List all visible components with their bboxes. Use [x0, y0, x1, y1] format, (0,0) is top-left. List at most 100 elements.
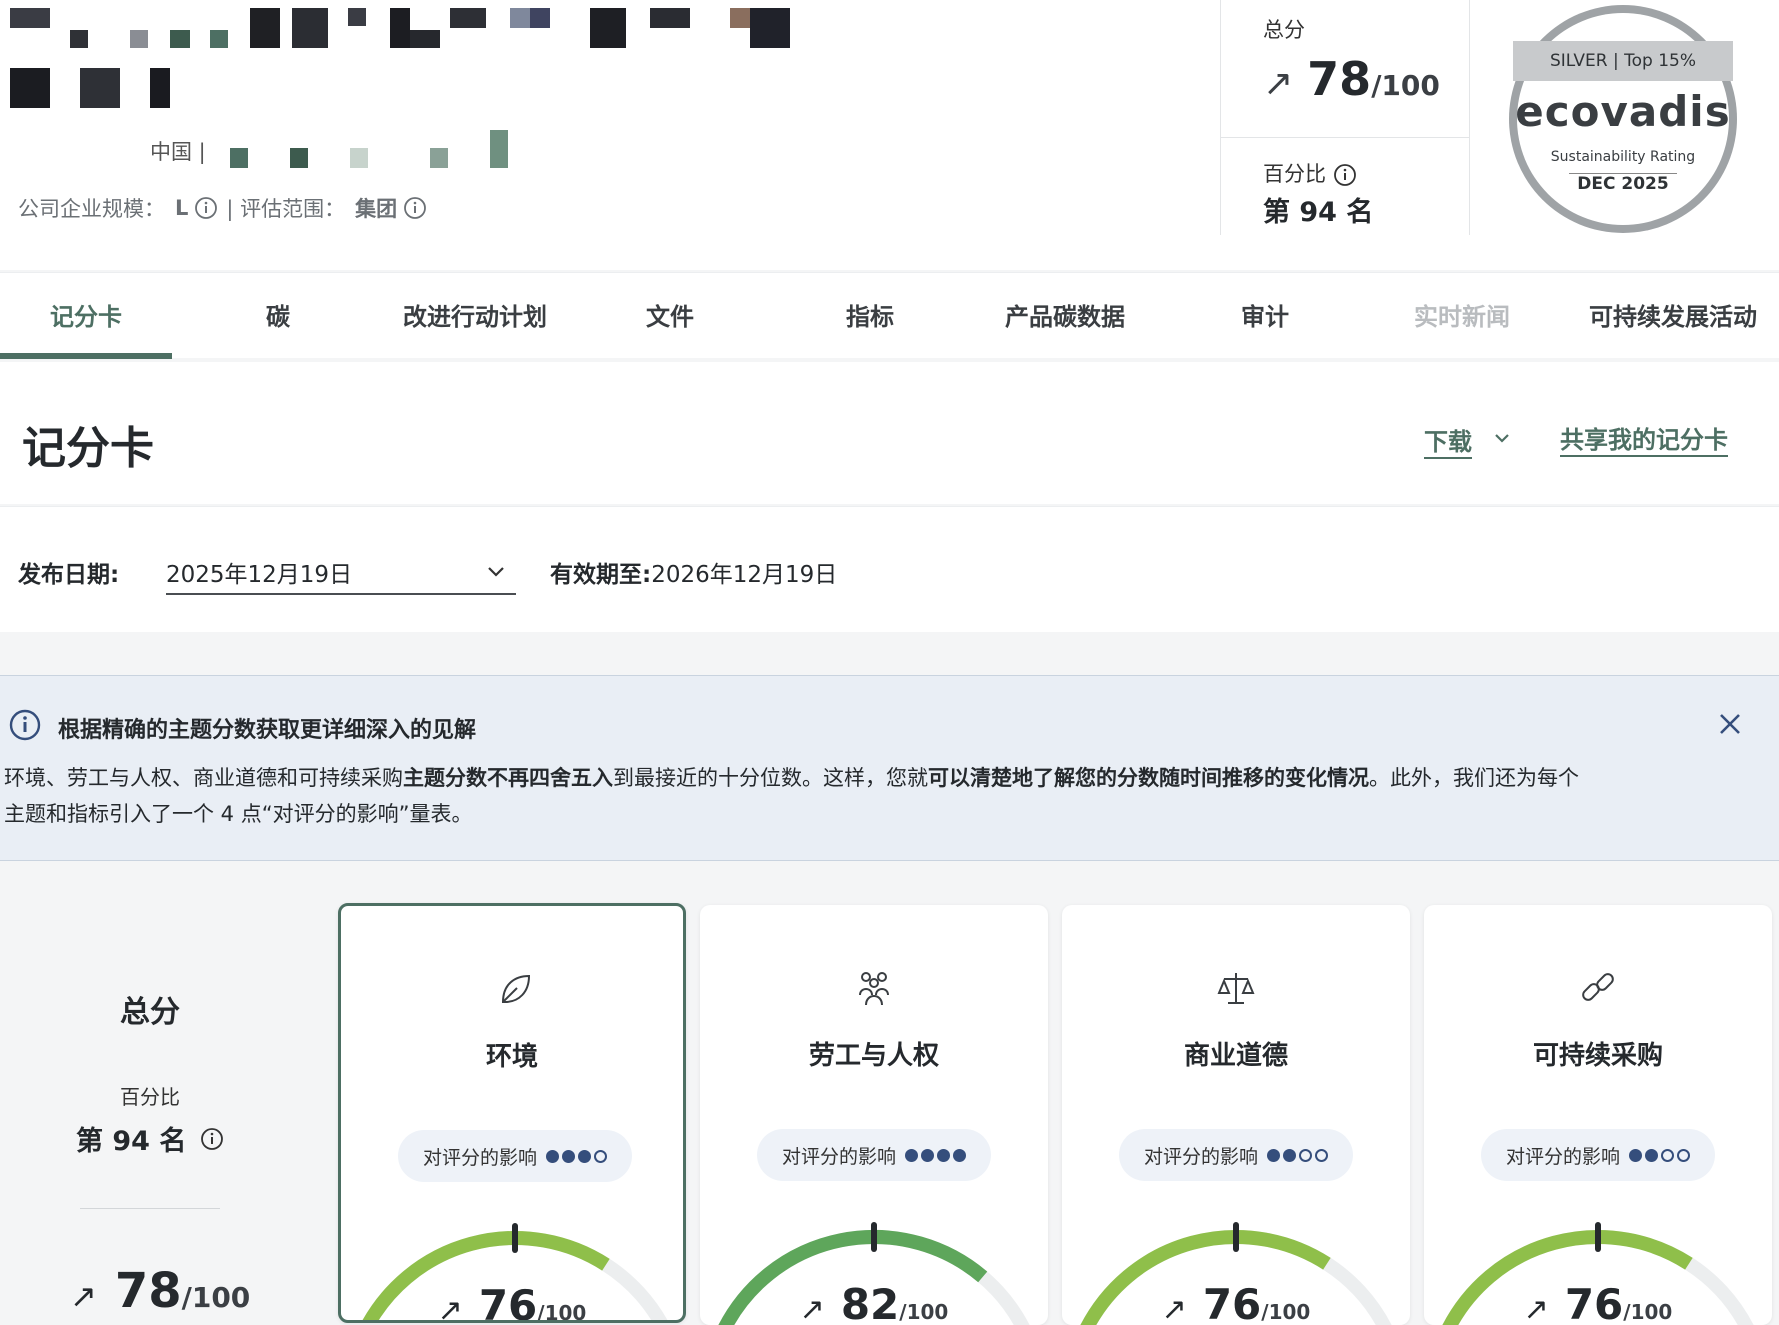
trend-up-icon: ↗ — [799, 1292, 825, 1325]
trend-up-icon: ↗ — [1161, 1292, 1187, 1325]
download-button[interactable]: 下载 — [1424, 422, 1472, 459]
impact-label: 对评分的影响 — [1505, 1145, 1620, 1168]
theme-name: 劳工与人权 — [808, 1041, 939, 1071]
leaf-icon — [501, 974, 531, 1003]
info-icon[interactable] — [200, 1127, 224, 1151]
theme-score-value: 82 — [840, 1280, 900, 1325]
close-icon[interactable] — [1714, 708, 1746, 740]
impact-dot — [921, 1148, 934, 1162]
percentile-label: 百分比 — [1263, 158, 1357, 188]
published-date-label: 发布日期: — [18, 562, 120, 588]
badge-subtitle: Sustainability Rating — [1550, 149, 1696, 165]
theme-score-max: /100 — [1261, 1300, 1311, 1324]
ecovadis-medal-badge: SILVER | Top 15% ecovadis Sustainability… — [1509, 5, 1737, 233]
overall-percentile-label: 百分比 — [120, 1085, 180, 1109]
tab-bar: 记分卡 碳 改进行动计划 文件 指标 产品碳数据 审计 实时新闻 可持续发展活动 — [0, 272, 1779, 359]
info-icon — [9, 709, 41, 741]
impact-dot — [1315, 1148, 1328, 1162]
banner-title: 根据精确的主题分数获取更详细深入的见解 — [58, 718, 477, 743]
tab-sustainability-events[interactable]: 可持续发展活动 — [1575, 273, 1771, 359]
badge-tier: SILVER | Top 15% — [1513, 41, 1733, 81]
info-icon[interactable] — [403, 196, 427, 220]
theme-name: 商业道德 — [1183, 1041, 1288, 1071]
info-banner: 根据精确的主题分数获取更详细深入的见解 环境、劳工与人权、商业道德和可持续采购主… — [0, 675, 1779, 861]
total-score: ↗ 78 /100 — [1263, 52, 1440, 106]
tab-audit[interactable]: 审计 — [1220, 273, 1310, 359]
impact-dot — [937, 1148, 950, 1162]
overall-score-summary: 总分 百分比 第 94 名 ↗ 78 /100 — [0, 905, 300, 1320]
scales-icon — [1217, 973, 1255, 1004]
trend-up-icon: ↗ — [1523, 1292, 1549, 1325]
impact-dot — [1283, 1148, 1296, 1162]
impact-dots — [543, 1149, 607, 1163]
company-meta: 公司企业规模： L | 评估范围： 集团 — [18, 193, 427, 223]
published-date-select[interactable]: 2025年12月19日 — [166, 547, 516, 595]
overall-title: 总分 — [120, 995, 180, 1030]
theme-card[interactable]: 劳工与人权对评分的影响 ↗ 82/100 — [700, 905, 1048, 1325]
banner-body: 环境、劳工与人权、商业道德和可持续采购主题分数不再四舍五入到最接近的十分位数。这… — [4, 766, 1579, 826]
size-value: L — [175, 196, 189, 220]
impact-dot — [953, 1148, 966, 1162]
tab-scorecard[interactable]: 记分卡 — [0, 273, 172, 359]
theme-name: 环境 — [485, 1042, 538, 1072]
impact-dot — [594, 1149, 607, 1163]
impact-dot — [1299, 1148, 1312, 1162]
impact-label: 对评分的影响 — [781, 1145, 896, 1168]
trend-up-icon: ↗ — [1263, 63, 1294, 104]
tab-live-news[interactable]: 实时新闻 — [1400, 273, 1524, 359]
published-date-value: 2025年12月19日 — [166, 562, 353, 588]
theme-score-max: /100 — [899, 1300, 949, 1324]
scope-label: | 评估范围： — [226, 197, 346, 221]
impact-indicator: 对评分的影响 — [757, 1129, 991, 1181]
chevron-down-icon[interactable] — [1490, 426, 1514, 450]
tab-documents[interactable]: 文件 — [620, 273, 720, 359]
impact-dot — [905, 1148, 918, 1162]
impact-dots — [1264, 1148, 1328, 1162]
theme-card[interactable]: 商业道德对评分的影响 ↗ 76/100 — [1062, 905, 1410, 1325]
impact-dot — [1645, 1148, 1658, 1162]
total-score-max: /100 — [1371, 69, 1440, 102]
theme-score: ↗ 76/100 — [341, 1281, 683, 1323]
overall-score-value: 78 — [114, 1263, 182, 1319]
impact-dots — [1626, 1148, 1690, 1162]
impact-dots — [902, 1148, 966, 1162]
badge-date: DEC 2025 — [1569, 173, 1677, 194]
total-score-label: 总分 — [1263, 18, 1305, 42]
badge-brand: ecovadis — [1515, 87, 1731, 136]
impact-dot — [578, 1149, 591, 1163]
page-title: 记分卡 — [22, 423, 154, 474]
impact-indicator: 对评分的影响 — [1119, 1129, 1353, 1181]
impact-indicator: 对评分的影响 — [398, 1130, 632, 1182]
chevron-down-icon[interactable] — [484, 559, 508, 583]
country-label: 中国 | — [150, 140, 206, 164]
overall-score: ↗ 78 /100 — [70, 1263, 250, 1319]
valid-until-value: 2026年12月19日 — [651, 562, 838, 588]
impact-dot — [562, 1149, 575, 1163]
tab-product-carbon[interactable]: 产品碳数据 — [990, 273, 1140, 359]
theme-card[interactable]: 环境对评分的影响 ↗ 76/100 — [338, 903, 686, 1323]
share-scorecard-link[interactable]: 共享我的记分卡 — [1560, 420, 1728, 457]
theme-score-max: /100 — [1623, 1300, 1673, 1324]
impact-dot — [1677, 1148, 1690, 1162]
percentile-rank: 第 94 名 — [1263, 197, 1374, 228]
theme-score-value: 76 — [1564, 1280, 1624, 1325]
overall-rank: 第 94 名 — [76, 1119, 224, 1158]
valid-until-label: 有效期至: — [550, 562, 652, 588]
theme-card[interactable]: 可持续采购对评分的影响 ↗ 76/100 — [1424, 905, 1772, 1325]
date-bar: 发布日期: 2025年12月19日 有效期至:2026年12月19日 — [0, 506, 1779, 632]
tab-carbon[interactable]: 碳 — [230, 273, 326, 359]
tab-action-plan[interactable]: 改进行动计划 — [390, 273, 560, 359]
theme-score: ↗ 76/100 — [1424, 1280, 1772, 1325]
info-icon[interactable] — [1333, 163, 1357, 187]
total-score-value: 78 — [1307, 52, 1372, 106]
trend-up-icon: ↗ — [437, 1293, 463, 1323]
impact-dot — [546, 1149, 559, 1163]
divider — [1221, 137, 1469, 138]
people-icon — [859, 972, 889, 1006]
theme-name: 可持续采购 — [1532, 1041, 1663, 1071]
company-header: 中国 | 公司企业规模： L | 评估范围： 集团 总分 ↗ 78 /100 百… — [0, 0, 1779, 270]
impact-dot — [1661, 1148, 1674, 1162]
tab-indicators[interactable]: 指标 — [820, 273, 920, 359]
info-icon[interactable] — [194, 196, 218, 220]
theme-score-value: 76 — [1202, 1280, 1262, 1325]
